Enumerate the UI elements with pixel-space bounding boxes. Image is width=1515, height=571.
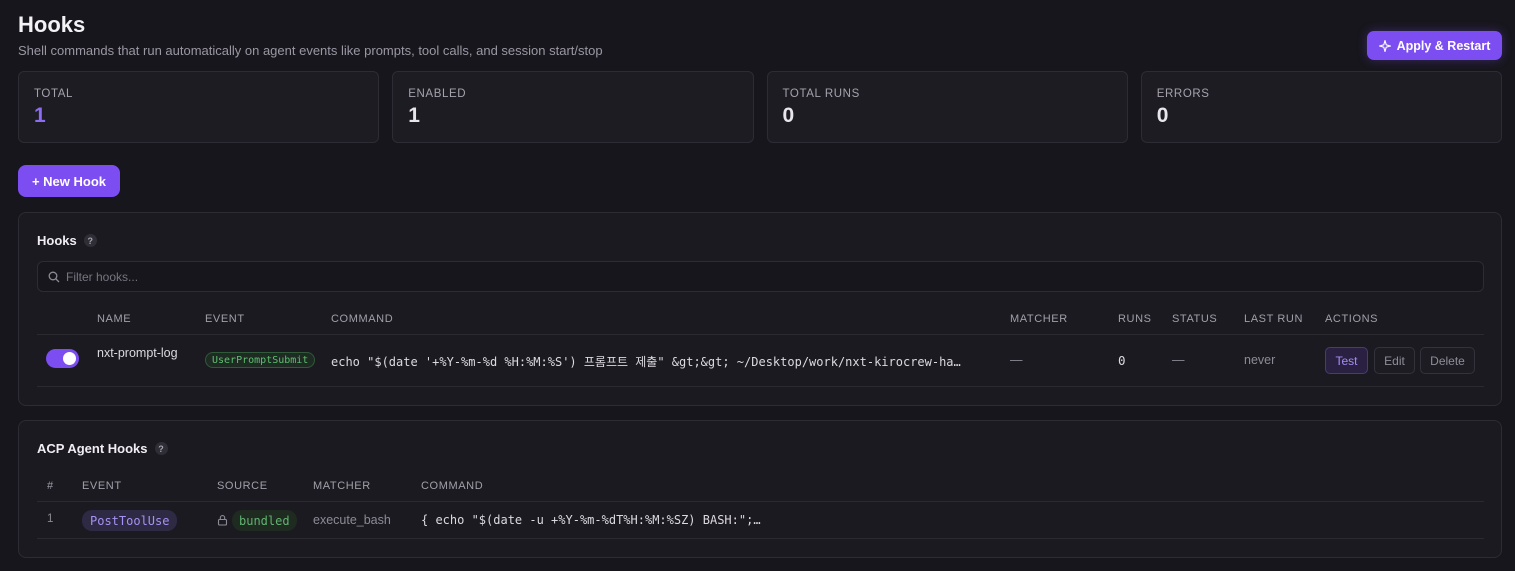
page-title: Hooks <box>18 12 86 37</box>
lock-icon <box>217 515 228 526</box>
hook-command: echo "$(date '+%Y-%m-%d %H:%M:%S') 프롬프트 … <box>331 355 961 369</box>
delete-button[interactable]: Delete <box>1420 347 1475 374</box>
row-index: 1 <box>47 513 54 525</box>
stat-value: 1 <box>34 104 46 127</box>
apply-restart-button[interactable]: Apply & Restart <box>1367 31 1502 60</box>
column-header-source: SOURCE <box>217 480 268 492</box>
stat-total-runs: TOTAL RUNS 0 <box>766 71 1128 143</box>
column-header-event: EVENT <box>82 480 122 492</box>
stat-total: TOTAL 1 <box>18 71 380 143</box>
hook-last-run: never <box>1244 353 1276 367</box>
panel-title-text: ACP Agent Hooks <box>37 441 148 456</box>
column-header-command: COMMAND <box>331 313 394 325</box>
table-divider <box>37 501 1484 502</box>
hook-runs: 0 <box>1118 353 1126 368</box>
hooks-panel: Hooks ? NAME EVENT COMMAND MATCHER RUNS … <box>18 212 1502 406</box>
hooks-panel-title: Hooks ? <box>37 233 97 248</box>
new-hook-button[interactable]: + New Hook <box>18 165 120 197</box>
column-header-status: STATUS <box>1172 313 1218 325</box>
acp-matcher: execute_bash <box>313 513 391 527</box>
panel-title-text: Hooks <box>37 233 77 248</box>
apply-restart-label: Apply & Restart <box>1396 38 1491 53</box>
column-header-runs: RUNS <box>1118 313 1152 325</box>
event-badge: UserPromptSubmit <box>205 352 316 368</box>
filter-hooks-input[interactable] <box>66 269 666 284</box>
edit-button[interactable]: Edit <box>1374 347 1415 374</box>
search-icon <box>48 271 60 282</box>
event-badge: PostToolUse <box>82 510 178 531</box>
stat-errors: ERRORS 0 <box>1140 71 1502 143</box>
stat-value: 1 <box>408 104 420 127</box>
table-divider <box>37 334 1484 335</box>
stat-label: ENABLED <box>408 88 467 100</box>
hook-enabled-toggle[interactable] <box>46 349 79 368</box>
hook-name[interactable]: nxt-prompt-log <box>97 344 187 362</box>
stats-row: TOTAL 1 ENABLED 1 TOTAL RUNS 0 ERRORS 0 <box>18 71 1502 143</box>
test-button[interactable]: Test <box>1325 347 1368 374</box>
help-icon[interactable]: ? <box>154 442 168 455</box>
column-header-last-run: LAST RUN <box>1244 313 1303 325</box>
source-badge: bundled <box>232 510 297 531</box>
column-header-index: # <box>47 480 54 492</box>
acp-hooks-panel: ACP Agent Hooks ? # EVENT SOURCE MATCHER… <box>18 420 1502 558</box>
column-header-actions: ACTIONS <box>1325 313 1379 325</box>
stat-value: 0 <box>1156 104 1169 127</box>
help-icon[interactable]: ? <box>83 234 97 247</box>
page-header: Hooks Shell commands that run automatica… <box>18 12 603 58</box>
column-header-matcher: MATCHER <box>1010 313 1068 325</box>
stat-label: ERRORS <box>1156 88 1210 100</box>
column-header-command: COMMAND <box>421 480 484 492</box>
page-subtitle: Shell commands that run automatically on… <box>18 43 603 58</box>
hook-matcher: — <box>1010 353 1023 367</box>
column-header-event: EVENT <box>205 313 245 325</box>
hook-status: — <box>1172 353 1185 367</box>
stat-label: TOTAL <box>34 88 73 100</box>
stat-value: 0 <box>782 104 795 127</box>
acp-command: { echo "$(date -u +%Y-%m-%dT%H:%M:%SZ) B… <box>421 513 761 527</box>
acp-panel-title: ACP Agent Hooks ? <box>37 441 168 456</box>
filter-box <box>37 261 1484 292</box>
stat-label: TOTAL RUNS <box>782 88 860 100</box>
column-header-matcher: MATCHER <box>313 480 371 492</box>
sparkle-icon <box>1378 39 1391 52</box>
table-divider <box>37 386 1484 387</box>
column-header-name: NAME <box>97 313 132 325</box>
table-divider <box>37 538 1484 539</box>
stat-enabled: ENABLED 1 <box>392 71 754 143</box>
